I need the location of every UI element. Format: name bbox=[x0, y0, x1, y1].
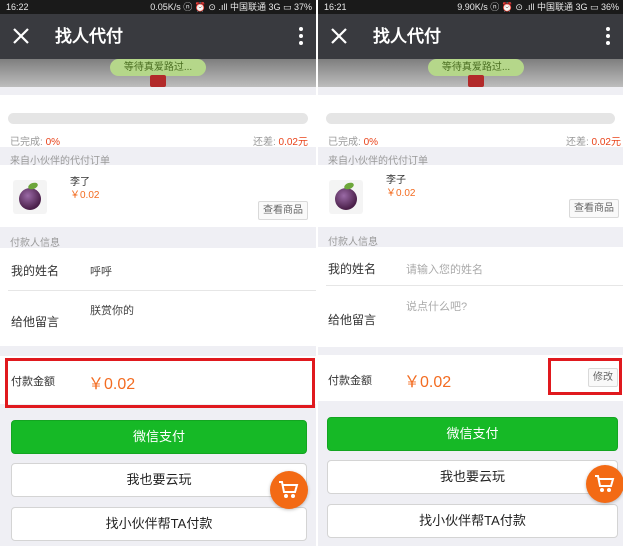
product-image bbox=[329, 180, 363, 214]
status-bar: 16:22 0.05K/s ⓝ ⏰ ⊙ .ıll 中国联通 3G ▭ 37% bbox=[0, 0, 316, 14]
cart-icon bbox=[279, 481, 299, 498]
cart-icon bbox=[595, 475, 615, 492]
payer-info-block: 我的姓名 请输入您的姓名 给他留言 说点什么吧? bbox=[318, 247, 623, 347]
find-friend-button[interactable]: 找小伙伴帮TA付款 bbox=[327, 504, 618, 538]
left-phone-screen: 16:22 0.05K/s ⓝ ⏰ ⊙ .ıll 中国联通 3G ▭ 37% 找… bbox=[0, 0, 316, 546]
close-icon[interactable] bbox=[10, 25, 32, 47]
payer-section-label: 付款人信息 bbox=[328, 237, 378, 248]
close-icon[interactable] bbox=[328, 25, 350, 47]
page-title: 找人代付 bbox=[55, 27, 123, 46]
progress-block: 已完成: 0% 还差: 0.02元 bbox=[0, 95, 316, 148]
remaining-value: 0.02元 bbox=[591, 137, 621, 148]
payer-info-block: 我的姓名 呼呼 给他留言 朕赏你的 bbox=[0, 248, 316, 346]
name-input[interactable]: 请输入您的姓名 bbox=[406, 261, 483, 277]
banner-image: 等待真爱路过... bbox=[0, 59, 316, 87]
product-price: ￥0.02 bbox=[70, 190, 100, 201]
view-product-button[interactable]: 查看商品 bbox=[258, 201, 308, 220]
page-title: 找人代付 bbox=[373, 27, 441, 46]
status-network: 0.05K/s ⓝ ⏰ ⊙ .ıll 中国联通 3G ▭ 37% bbox=[150, 2, 312, 12]
name-label: 我的姓名 bbox=[328, 262, 377, 276]
amount-label: 付款金额 bbox=[328, 375, 372, 387]
banner-decoration bbox=[468, 75, 484, 87]
message-label: 给他留言 bbox=[11, 315, 60, 329]
remaining-label: 还差: bbox=[565, 137, 589, 148]
wechat-pay-button[interactable]: 微信支付 bbox=[11, 420, 307, 454]
wechat-pay-button[interactable]: 微信支付 bbox=[327, 417, 618, 451]
product-price: ￥0.02 bbox=[386, 188, 416, 199]
name-label: 我的姓名 bbox=[11, 264, 60, 278]
highlight-box bbox=[548, 358, 622, 395]
cart-button[interactable] bbox=[586, 465, 623, 503]
payer-section-label: 付款人信息 bbox=[10, 238, 60, 249]
view-product-button[interactable]: 查看商品 bbox=[569, 199, 619, 218]
completed-value: 0% bbox=[45, 137, 61, 148]
remaining-text: 还差: 0.02元 bbox=[253, 133, 308, 148]
message-label: 给他留言 bbox=[328, 313, 377, 327]
banner-image: 等待真爱路过... bbox=[318, 59, 623, 87]
row-divider bbox=[326, 285, 623, 286]
product-card: 李子 ￥0.02 查看商品 bbox=[318, 165, 623, 227]
remaining-label: 还差: bbox=[252, 137, 276, 148]
more-icon[interactable] bbox=[605, 26, 611, 46]
status-time: 16:21 bbox=[324, 2, 347, 12]
progress-bar bbox=[8, 113, 308, 124]
banner-decoration bbox=[150, 75, 166, 87]
completed-value: 0% bbox=[363, 137, 379, 148]
completed-label: 已完成: bbox=[10, 137, 43, 148]
status-time: 16:22 bbox=[6, 2, 29, 12]
more-icon[interactable] bbox=[298, 26, 304, 46]
row-divider bbox=[8, 290, 316, 291]
banner-pill: 等待真爱路过... bbox=[110, 59, 206, 76]
progress-block: 已完成: 0% 还差: 0.02元 bbox=[318, 95, 623, 148]
name-input[interactable]: 呼呼 bbox=[90, 263, 112, 279]
message-input[interactable]: 朕赏你的 bbox=[90, 302, 134, 318]
status-bar: 16:21 9.90K/s ⓝ ⏰ ⊙ .ıll 中国联通 3G ▭ 36% bbox=[318, 0, 623, 14]
progress-bar bbox=[326, 113, 615, 124]
find-friend-button[interactable]: 找小伙伴帮TA付款 bbox=[11, 507, 307, 541]
title-bar: 找人代付 bbox=[318, 14, 623, 59]
remaining-text: 还差: 0.02元 bbox=[566, 133, 621, 148]
remaining-value: 0.02元 bbox=[278, 137, 308, 148]
completed-label: 已完成: bbox=[328, 137, 361, 148]
cart-button[interactable] bbox=[270, 471, 308, 509]
product-card: 李了 ￥0.02 查看商品 bbox=[0, 165, 316, 227]
message-input[interactable]: 说点什么吧? bbox=[406, 298, 467, 314]
product-image bbox=[13, 180, 47, 214]
right-phone-screen: 16:21 9.90K/s ⓝ ⏰ ⊙ .ıll 中国联通 3G ▭ 36% 找… bbox=[318, 0, 623, 546]
play-too-button[interactable]: 我也要云玩 bbox=[327, 460, 618, 494]
banner-pill: 等待真爱路过... bbox=[428, 59, 524, 76]
play-too-button[interactable]: 我也要云玩 bbox=[11, 463, 307, 497]
completed-text: 已完成: 0% bbox=[10, 133, 60, 148]
status-network: 9.90K/s ⓝ ⏰ ⊙ .ıll 中国联通 3G ▭ 36% bbox=[457, 2, 619, 12]
amount-value: ￥0.02 bbox=[404, 374, 452, 391]
highlight-box bbox=[5, 358, 315, 408]
completed-text: 已完成: 0% bbox=[328, 133, 378, 148]
title-bar: 找人代付 bbox=[0, 14, 316, 59]
